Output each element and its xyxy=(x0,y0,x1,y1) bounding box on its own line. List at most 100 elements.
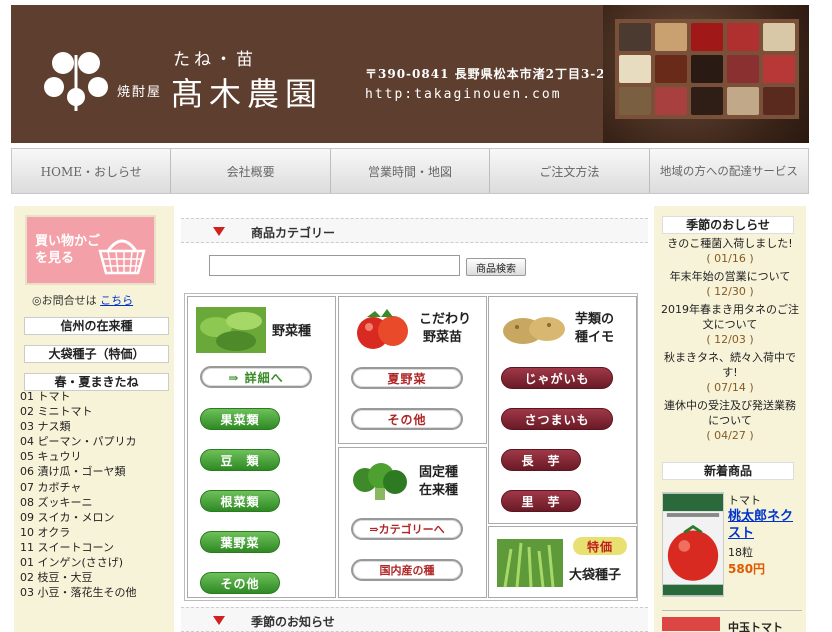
nav-company[interactable]: 会社概要 xyxy=(171,149,331,193)
seed-packet-image[interactable] xyxy=(662,617,720,631)
triangle-down-icon xyxy=(213,616,225,625)
category-item[interactable]: 02 ミニトマト xyxy=(20,404,137,419)
contact-link[interactable]: こちら xyxy=(100,294,133,307)
leaf-logo-icon xyxy=(44,52,108,111)
vegetable-seeds-cell: 野菜種 ⇒ 詳細へ 果菜類 豆 類 根菜類 葉野菜 その他 xyxy=(187,296,336,598)
seedlings-cell: こだわり 野菜苗 夏野菜 その他 xyxy=(338,296,487,444)
category-item[interactable]: 03 ナス類 xyxy=(20,419,137,434)
shop-address: 〒390-0841 長野県松本市渚2丁目3-22 xyxy=(365,67,615,81)
nav-home[interactable]: HOME・おしらせ xyxy=(12,149,172,193)
tomato-photo xyxy=(357,309,408,349)
news-item[interactable]: 年末年始の営業について ( 12/30 ) xyxy=(660,269,800,299)
potato-button[interactable]: じゃがいも xyxy=(501,367,613,389)
news-date: ( 12/30 ) xyxy=(706,285,754,298)
heirloom-seeds-cell: 固定種 在来種 ⇒カテゴリーへ 国内産の種 xyxy=(338,447,487,598)
summer-vegetables-button[interactable]: 夏野菜 xyxy=(351,367,463,389)
nav-delivery-service[interactable]: 地域の方への配達サービス xyxy=(650,149,808,193)
corn-field-photo xyxy=(497,539,563,587)
product-price: 580円 xyxy=(728,562,766,576)
news-list: きのこ種菌入荷しました! ( 01/16 ) 年末年始の営業について ( 12/… xyxy=(660,236,800,446)
bulk-seeds-cell[interactable]: 特価 大袋種子 xyxy=(488,526,637,598)
shop-name: 髙木農園 xyxy=(171,75,324,113)
news-date: ( 01/16 ) xyxy=(706,252,754,265)
category-item[interactable]: 11 スイートコーン xyxy=(20,540,137,555)
seed-potatoes-title-2: 種イモ xyxy=(575,330,615,345)
product-card: 中玉トマト xyxy=(662,610,802,632)
heirloom-category-button[interactable]: ⇒カテゴリーへ xyxy=(351,518,463,540)
season-news-title: 季節のお知らせ xyxy=(251,615,335,629)
yam-button[interactable]: 長 芋 xyxy=(501,449,581,471)
category-item[interactable]: 02 枝豆・大豆 xyxy=(20,570,137,585)
shop-subtitle: 焼酎屋 xyxy=(117,85,163,100)
view-cart-button[interactable]: 買い物かご を見る xyxy=(25,215,156,285)
nav-order-method[interactable]: ご注文方法 xyxy=(490,149,650,193)
news-text: 連休中の受注及び発送業務について xyxy=(664,399,796,427)
right-sidebar: 季節のおしらせ きのこ種菌入荷しました! ( 01/16 ) 年末年始の営業につ… xyxy=(654,206,806,632)
search-input[interactable] xyxy=(209,255,460,276)
category-item[interactable]: 01 トマト xyxy=(20,389,137,404)
seed-tray-image xyxy=(615,19,799,119)
nav-hours-map[interactable]: 営業時間・地図 xyxy=(331,149,491,193)
fruit-vegetables-button[interactable]: 果菜類 xyxy=(200,408,280,430)
basket-icon xyxy=(98,239,146,275)
bulk-sale-badge: 特価 xyxy=(573,537,627,555)
main-nav: HOME・おしらせ 会社概要 営業時間・地図 ご注文方法 地域の方への配達サービ… xyxy=(11,148,809,194)
product-name-link[interactable]: 桃太郎ネクスト xyxy=(728,508,800,542)
greens-photo xyxy=(196,307,266,353)
sweet-potato-button[interactable]: さつまいも xyxy=(501,408,613,430)
broccoli-photo xyxy=(353,463,407,500)
vegetable-seeds-title: 野菜種 xyxy=(272,324,312,339)
news-text: 2019年春まき用タネのご注文について xyxy=(661,303,799,331)
category-item[interactable]: 06 漬け瓜・ゴーヤ類 xyxy=(20,464,137,479)
category-item[interactable]: 09 スイカ・メロン xyxy=(20,510,137,525)
news-item[interactable]: 連休中の受注及び発送業務について ( 04/27 ) xyxy=(660,398,800,443)
news-text: 年末年始の営業について xyxy=(669,270,791,283)
season-notice-heading: 季節のおしらせ xyxy=(662,216,794,234)
beans-button[interactable]: 豆 類 xyxy=(200,449,280,471)
product-card: トマト 桃太郎ネクスト 18粒 580円 xyxy=(662,492,802,602)
product-category-title: 商品カテゴリー xyxy=(251,226,336,240)
category-item[interactable]: 01 インゲン(ささげ) xyxy=(20,555,137,570)
root-vegetables-button[interactable]: 根菜類 xyxy=(200,490,280,512)
category-grid: 野菜種 ⇒ 詳細へ 果菜類 豆 類 根菜類 葉野菜 その他 こだわり 野菜苗 夏… xyxy=(184,293,638,601)
news-item[interactable]: きのこ種菌入荷しました! ( 01/16 ) xyxy=(660,236,800,266)
product-name[interactable]: 中玉トマト xyxy=(728,619,783,632)
category-list: 01 トマト 02 ミニトマト 03 ナス類 04 ピーマン・パプリカ 05 キ… xyxy=(20,389,137,600)
shop-tagline: たね・苗 xyxy=(173,50,257,70)
category-item[interactable]: 03 小豆・落花生その他 xyxy=(20,585,137,600)
category-item[interactable]: 08 ズッキーニ xyxy=(20,495,137,510)
news-item[interactable]: 秋まきタネ、続々入荷中です! ( 07/14 ) xyxy=(660,350,800,395)
heirloom-title-2: 在来種 xyxy=(419,483,459,498)
shinshu-native-heading[interactable]: 信州の在来種 xyxy=(24,317,169,335)
bulk-seeds-heading[interactable]: 大袋種子（特価） xyxy=(24,345,169,363)
heirloom-title-1: 固定種 xyxy=(419,465,459,480)
contact-prefix: ◎お問合せは xyxy=(32,294,97,307)
seed-packet-image[interactable] xyxy=(662,492,724,597)
vegetable-detail-button[interactable]: ⇒ 詳細へ xyxy=(200,366,312,388)
news-text: きのこ種菌入荷しました! xyxy=(667,237,793,250)
category-item[interactable]: 05 キュウリ xyxy=(20,449,137,464)
search-button[interactable]: 商品検索 xyxy=(466,258,526,276)
news-item[interactable]: 2019年春まき用タネのご注文について ( 12/03 ) xyxy=(660,302,800,347)
domestic-seeds-button[interactable]: 国内産の種 xyxy=(351,559,463,581)
leaf-vegetables-button[interactable]: 葉野菜 xyxy=(200,531,280,553)
shop-url: http:takaginouen.com xyxy=(365,87,562,102)
taro-button[interactable]: 里 芋 xyxy=(501,490,581,512)
seedlings-other-button[interactable]: その他 xyxy=(351,408,463,430)
seed-potatoes-cell: 芋類の 種イモ じゃがいも さつまいも 長 芋 里 芋 xyxy=(488,296,637,524)
news-text: 秋まきタネ、続々入荷中です! xyxy=(664,351,796,379)
seed-potatoes-title-1: 芋類の xyxy=(575,312,615,327)
category-item[interactable]: 04 ピーマン・パプリカ xyxy=(20,434,137,449)
news-date: ( 07/14 ) xyxy=(706,381,754,394)
seedlings-title-1: こだわり xyxy=(419,312,472,327)
news-date: ( 04/27 ) xyxy=(706,429,754,442)
product-info: トマト 桃太郎ネクスト 18粒 580円 xyxy=(728,492,800,577)
view-cart-label: 買い物かご を見る xyxy=(35,234,101,266)
product-quantity: 18粒 xyxy=(728,546,753,559)
vegetables-other-button[interactable]: その他 xyxy=(200,572,280,594)
category-item[interactable]: 07 カボチャ xyxy=(20,480,137,495)
product-category-header: 商品カテゴリー xyxy=(181,218,648,243)
new-products-heading: 新着商品 xyxy=(662,462,794,480)
category-item[interactable]: 10 オクラ xyxy=(20,525,137,540)
season-news-header: 季節のお知らせ xyxy=(181,607,648,632)
